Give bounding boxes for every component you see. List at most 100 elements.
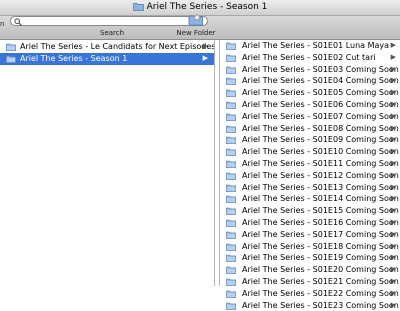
column2-item-2[interactable]: Ariel The Series - S01E02 Cut tari ▶	[220, 52, 400, 64]
toolbar: n Search New Folder	[0, 13, 400, 40]
column2-item-11[interactable]: Ariel The Series - S01E11 Coming Soon ▶	[220, 158, 400, 170]
column2-item-22[interactable]: Ariel The Series - S01E22 Coming Soon ▶	[220, 288, 400, 300]
column2-item-19[interactable]: Ariel The Series - S01E19 Coming Soon ▶	[220, 252, 400, 264]
folder-icon	[226, 113, 236, 123]
list-item-label: Ariel The Series - Season 1	[20, 53, 128, 63]
disclosure-arrow-icon: ▶	[390, 123, 396, 132]
column2-item-17[interactable]: Ariel The Series - S01E17 Coming Soon ▶	[220, 229, 400, 241]
disclosure-arrow-icon: ▶	[390, 147, 396, 156]
column2-item-10[interactable]: Ariel The Series - S01E10 Coming Soon ▶	[220, 146, 400, 158]
column1-item-1[interactable]: Ariel The Series - Le Candidats for Next…	[0, 41, 214, 53]
list-item-label: Ariel The Series - S01E18 Coming Soon	[242, 241, 399, 251]
folder-icon	[226, 148, 236, 158]
list-item-label: Ariel The Series - S01E08 Coming Soon	[242, 123, 399, 133]
list-item-label: Ariel The Series - S01E04 Coming Soon	[242, 76, 399, 86]
search-label: Search	[100, 29, 125, 37]
list-item-label: Ariel The Series - S01E03 Coming Soon	[242, 64, 399, 74]
disclosure-arrow-icon: ▶	[390, 88, 396, 97]
disclosure-arrow-icon: ▶	[390, 158, 396, 167]
disclosure-arrow-icon: ▶	[390, 111, 396, 120]
list-item-label: Ariel The Series - Le Candidats for Next…	[20, 42, 214, 51]
disclosure-arrow-icon: ▶	[390, 170, 396, 179]
list-item-label: Ariel The Series - S01E23 Coming Soon	[242, 300, 399, 310]
column2-item-20[interactable]: Ariel The Series - S01E20 Coming Soon ▶	[220, 264, 400, 276]
folder-icon	[226, 42, 236, 52]
disclosure-arrow-icon: ▶	[390, 135, 396, 144]
disclosure-arrow-icon: ▶	[390, 300, 396, 309]
column2-item-18[interactable]: Ariel The Series - S01E18 Coming Soon ▶	[220, 241, 400, 253]
column2-item-7[interactable]: Ariel The Series - S01E07 Coming Soon ▶	[220, 111, 400, 123]
list-item-label: Ariel The Series - S01E14 Coming Soon	[242, 194, 399, 204]
folder-icon	[132, 2, 144, 14]
folder-icon	[226, 207, 236, 217]
list-item-label: Ariel The Series - S01E09 Coming Soon	[242, 135, 399, 145]
disclosure-arrow-icon: ▶	[390, 76, 396, 85]
list-item-label: Ariel The Series - S01E01 Luna Maya	[242, 41, 390, 50]
disclosure-arrow-icon: ▶	[390, 217, 396, 226]
list-item-label: Ariel The Series - S01E16 Coming Soon	[242, 217, 399, 227]
list-item-label: Ariel The Series - S01E22 Coming Soon	[242, 288, 399, 298]
list-item-label: Ariel The Series - S01E19 Coming Soon	[242, 253, 399, 263]
window-title-text: Ariel The Series - Season 1	[146, 2, 268, 12]
list-item-label: Ariel The Series - S01E11 Coming Soon	[242, 158, 399, 168]
list-item-label: Ariel The Series - S01E07 Coming Soon	[242, 111, 399, 121]
column-1-list: Ariel The Series - Le Candidats for Next…	[0, 40, 214, 65]
folder-icon	[226, 66, 236, 76]
list-item-label: Ariel The Series - S01E21 Coming Soon	[242, 276, 399, 286]
folder-icon	[226, 125, 236, 135]
folder-icon	[226, 254, 236, 264]
folder-icon	[226, 195, 236, 205]
browser-column-2[interactable]: Ariel The Series - S01E01 Luna Maya ▶ Ar…	[219, 40, 400, 310]
list-item-label: Ariel The Series - S01E06 Coming Soon	[242, 99, 399, 109]
folder-icon	[226, 89, 236, 99]
disclosure-arrow-icon: ▶	[390, 194, 396, 203]
column-browser: Ariel The Series - Le Candidats for Next…	[0, 40, 400, 310]
column2-item-4[interactable]: Ariel The Series - S01E04 Coming Soon ▶	[220, 75, 400, 87]
column2-item-12[interactable]: Ariel The Series - S01E12 Coming Soon ▶	[220, 170, 400, 182]
disclosure-arrow-icon: ▶	[390, 41, 396, 49]
search-icon	[14, 18, 22, 28]
folder-icon	[226, 219, 236, 229]
new-folder-icon	[176, 13, 216, 28]
folder-icon	[226, 266, 236, 276]
folder-icon	[6, 43, 16, 53]
disclosure-arrow-icon: ▶	[202, 53, 208, 62]
disclosure-arrow-icon: ▶	[202, 42, 208, 50]
folder-icon	[226, 54, 236, 64]
column2-item-16[interactable]: Ariel The Series - S01E16 Coming Soon ▶	[220, 217, 400, 229]
list-item-label: Ariel The Series - S01E10 Coming Soon	[242, 147, 399, 157]
disclosure-arrow-icon: ▶	[390, 265, 396, 274]
disclosure-arrow-icon: ▶	[390, 229, 396, 238]
list-item-label: Ariel The Series - S01E02 Cut tari	[242, 52, 376, 62]
folder-icon	[226, 77, 236, 87]
folder-icon	[226, 172, 236, 182]
folder-icon	[226, 243, 236, 253]
column2-item-1[interactable]: Ariel The Series - S01E01 Luna Maya ▶	[220, 40, 400, 52]
disclosure-arrow-icon: ▶	[390, 99, 396, 108]
browser-column-1[interactable]: Ariel The Series - Le Candidats for Next…	[0, 40, 215, 286]
disclosure-arrow-icon: ▶	[390, 288, 396, 297]
folder-icon	[226, 302, 236, 311]
column2-item-8[interactable]: Ariel The Series - S01E08 Coming Soon ▶	[220, 123, 400, 135]
list-item-label: Ariel The Series - S01E12 Coming Soon	[242, 170, 399, 180]
column2-item-14[interactable]: Ariel The Series - S01E14 Coming Soon ▶	[220, 193, 400, 205]
list-item-label: Ariel The Series - S01E13 Coming Soon	[242, 182, 399, 192]
list-item-label: Ariel The Series - S01E05 Coming Soon	[242, 88, 399, 98]
column1-item-2[interactable]: Ariel The Series - Season 1 ▶	[0, 52, 214, 65]
disclosure-arrow-icon: ▶	[390, 253, 396, 262]
folder-icon	[226, 136, 236, 146]
disclosure-arrow-icon: ▶	[390, 206, 396, 215]
folder-icon	[226, 101, 236, 111]
column2-item-15[interactable]: Ariel The Series - S01E15 Coming Soon ▶	[220, 205, 400, 217]
new-folder-button[interactable]: New Folder	[176, 13, 216, 37]
column2-item-3[interactable]: Ariel The Series - S01E03 Coming Soon ▶	[220, 64, 400, 76]
folder-icon	[226, 278, 236, 288]
column2-item-5[interactable]: Ariel The Series - S01E05 Coming Soon ▶	[220, 87, 400, 99]
folder-icon	[6, 55, 16, 65]
folder-icon	[226, 231, 236, 241]
column2-item-6[interactable]: Ariel The Series - S01E06 Coming Soon ▶	[220, 99, 400, 111]
column2-item-9[interactable]: Ariel The Series - S01E09 Coming Soon ▶	[220, 134, 400, 146]
column2-item-13[interactable]: Ariel The Series - S01E13 Coming Soon ▶	[220, 182, 400, 194]
folder-icon	[226, 184, 236, 194]
column2-item-23[interactable]: Ariel The Series - S01E23 Coming Soon ▶	[220, 300, 400, 311]
